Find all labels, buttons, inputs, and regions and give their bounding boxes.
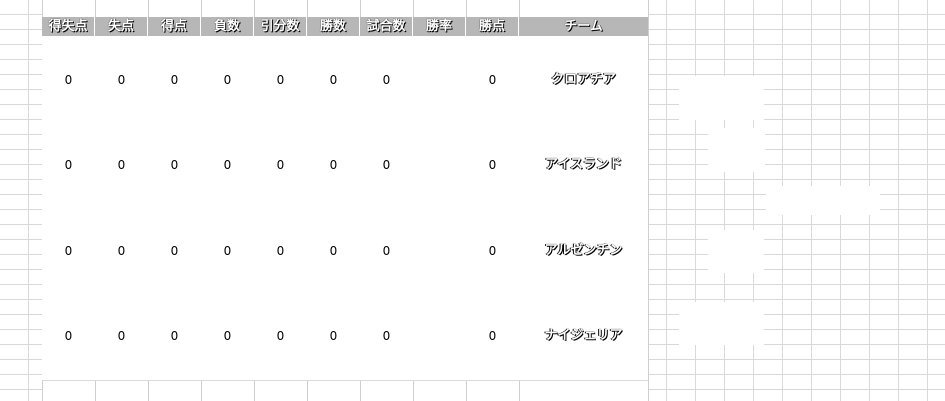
cell-matches[interactable]: 0	[360, 241, 413, 261]
table-row: 0 0 0 0 0 0 0 0 アイスランド	[42, 155, 648, 175]
cell-wins[interactable]: 0	[307, 326, 360, 346]
cell-goals-against[interactable]: 0	[95, 326, 148, 346]
cell-draws[interactable]: 0	[254, 155, 307, 175]
header-goal-diff[interactable]: 得失点	[42, 17, 95, 36]
cell-points[interactable]: 0	[466, 155, 519, 175]
cell-points[interactable]: 0	[466, 70, 519, 90]
cell-wins[interactable]: 0	[307, 155, 360, 175]
cell-win-rate[interactable]	[413, 70, 466, 90]
cell-win-rate[interactable]	[413, 241, 466, 261]
cell-losses[interactable]: 0	[201, 155, 254, 175]
cell-losses[interactable]: 0	[201, 326, 254, 346]
header-matches[interactable]: 試合数	[360, 17, 413, 36]
header-goals-against[interactable]: 失点	[95, 17, 148, 36]
table-header: 得失点 失点 得点 負数 引分数 勝数 試合数 勝率 勝点 チーム	[42, 17, 648, 36]
cell-points[interactable]: 0	[466, 326, 519, 346]
cell-goals-against[interactable]: 0	[95, 155, 148, 175]
cell-goals-for[interactable]: 0	[148, 70, 201, 90]
merged-cell	[766, 186, 880, 215]
header-wins[interactable]: 勝数	[307, 17, 360, 36]
cell-matches[interactable]: 0	[360, 70, 413, 90]
cell-wins[interactable]: 0	[307, 241, 360, 261]
cell-draws[interactable]: 0	[254, 70, 307, 90]
merged-cell	[708, 128, 765, 172]
cell-goals-for[interactable]: 0	[148, 241, 201, 261]
cell-matches[interactable]: 0	[360, 155, 413, 175]
table-row: 0 0 0 0 0 0 0 0 クロアチア	[42, 70, 648, 90]
cell-team[interactable]: アルゼンチン	[519, 241, 648, 261]
cell-points[interactable]: 0	[466, 241, 519, 261]
header-win-rate[interactable]: 勝率	[413, 17, 466, 36]
cell-team[interactable]: クロアチア	[519, 70, 648, 90]
header-points[interactable]: 勝点	[466, 17, 519, 36]
header-team[interactable]: チーム	[519, 17, 648, 36]
cell-goal-diff[interactable]: 0	[42, 70, 95, 90]
merged-cell	[679, 302, 764, 345]
merged-cell	[679, 76, 764, 120]
cell-goals-against[interactable]: 0	[95, 241, 148, 261]
cell-goals-against[interactable]: 0	[95, 70, 148, 90]
cell-goal-diff[interactable]: 0	[42, 155, 95, 175]
cell-draws[interactable]: 0	[254, 326, 307, 346]
table-row: 0 0 0 0 0 0 0 0 ナイジェリア	[42, 326, 648, 346]
cell-goal-diff[interactable]: 0	[42, 241, 95, 261]
table-row: 0 0 0 0 0 0 0 0 アルゼンチン	[42, 241, 648, 261]
merged-cell	[708, 230, 764, 273]
cell-draws[interactable]: 0	[254, 241, 307, 261]
cell-win-rate[interactable]	[413, 155, 466, 175]
cell-wins[interactable]: 0	[307, 70, 360, 90]
cell-goals-for[interactable]: 0	[148, 326, 201, 346]
cell-matches[interactable]: 0	[360, 326, 413, 346]
cell-losses[interactable]: 0	[201, 241, 254, 261]
cell-win-rate[interactable]	[413, 326, 466, 346]
cell-goal-diff[interactable]: 0	[42, 326, 95, 346]
cell-team[interactable]: アイスランド	[519, 155, 648, 175]
cell-losses[interactable]: 0	[201, 70, 254, 90]
header-goals-for[interactable]: 得点	[148, 17, 201, 36]
cell-team[interactable]: ナイジェリア	[519, 326, 648, 346]
header-losses[interactable]: 負数	[201, 17, 254, 36]
header-draws[interactable]: 引分数	[254, 17, 307, 36]
cell-goals-for[interactable]: 0	[148, 155, 201, 175]
